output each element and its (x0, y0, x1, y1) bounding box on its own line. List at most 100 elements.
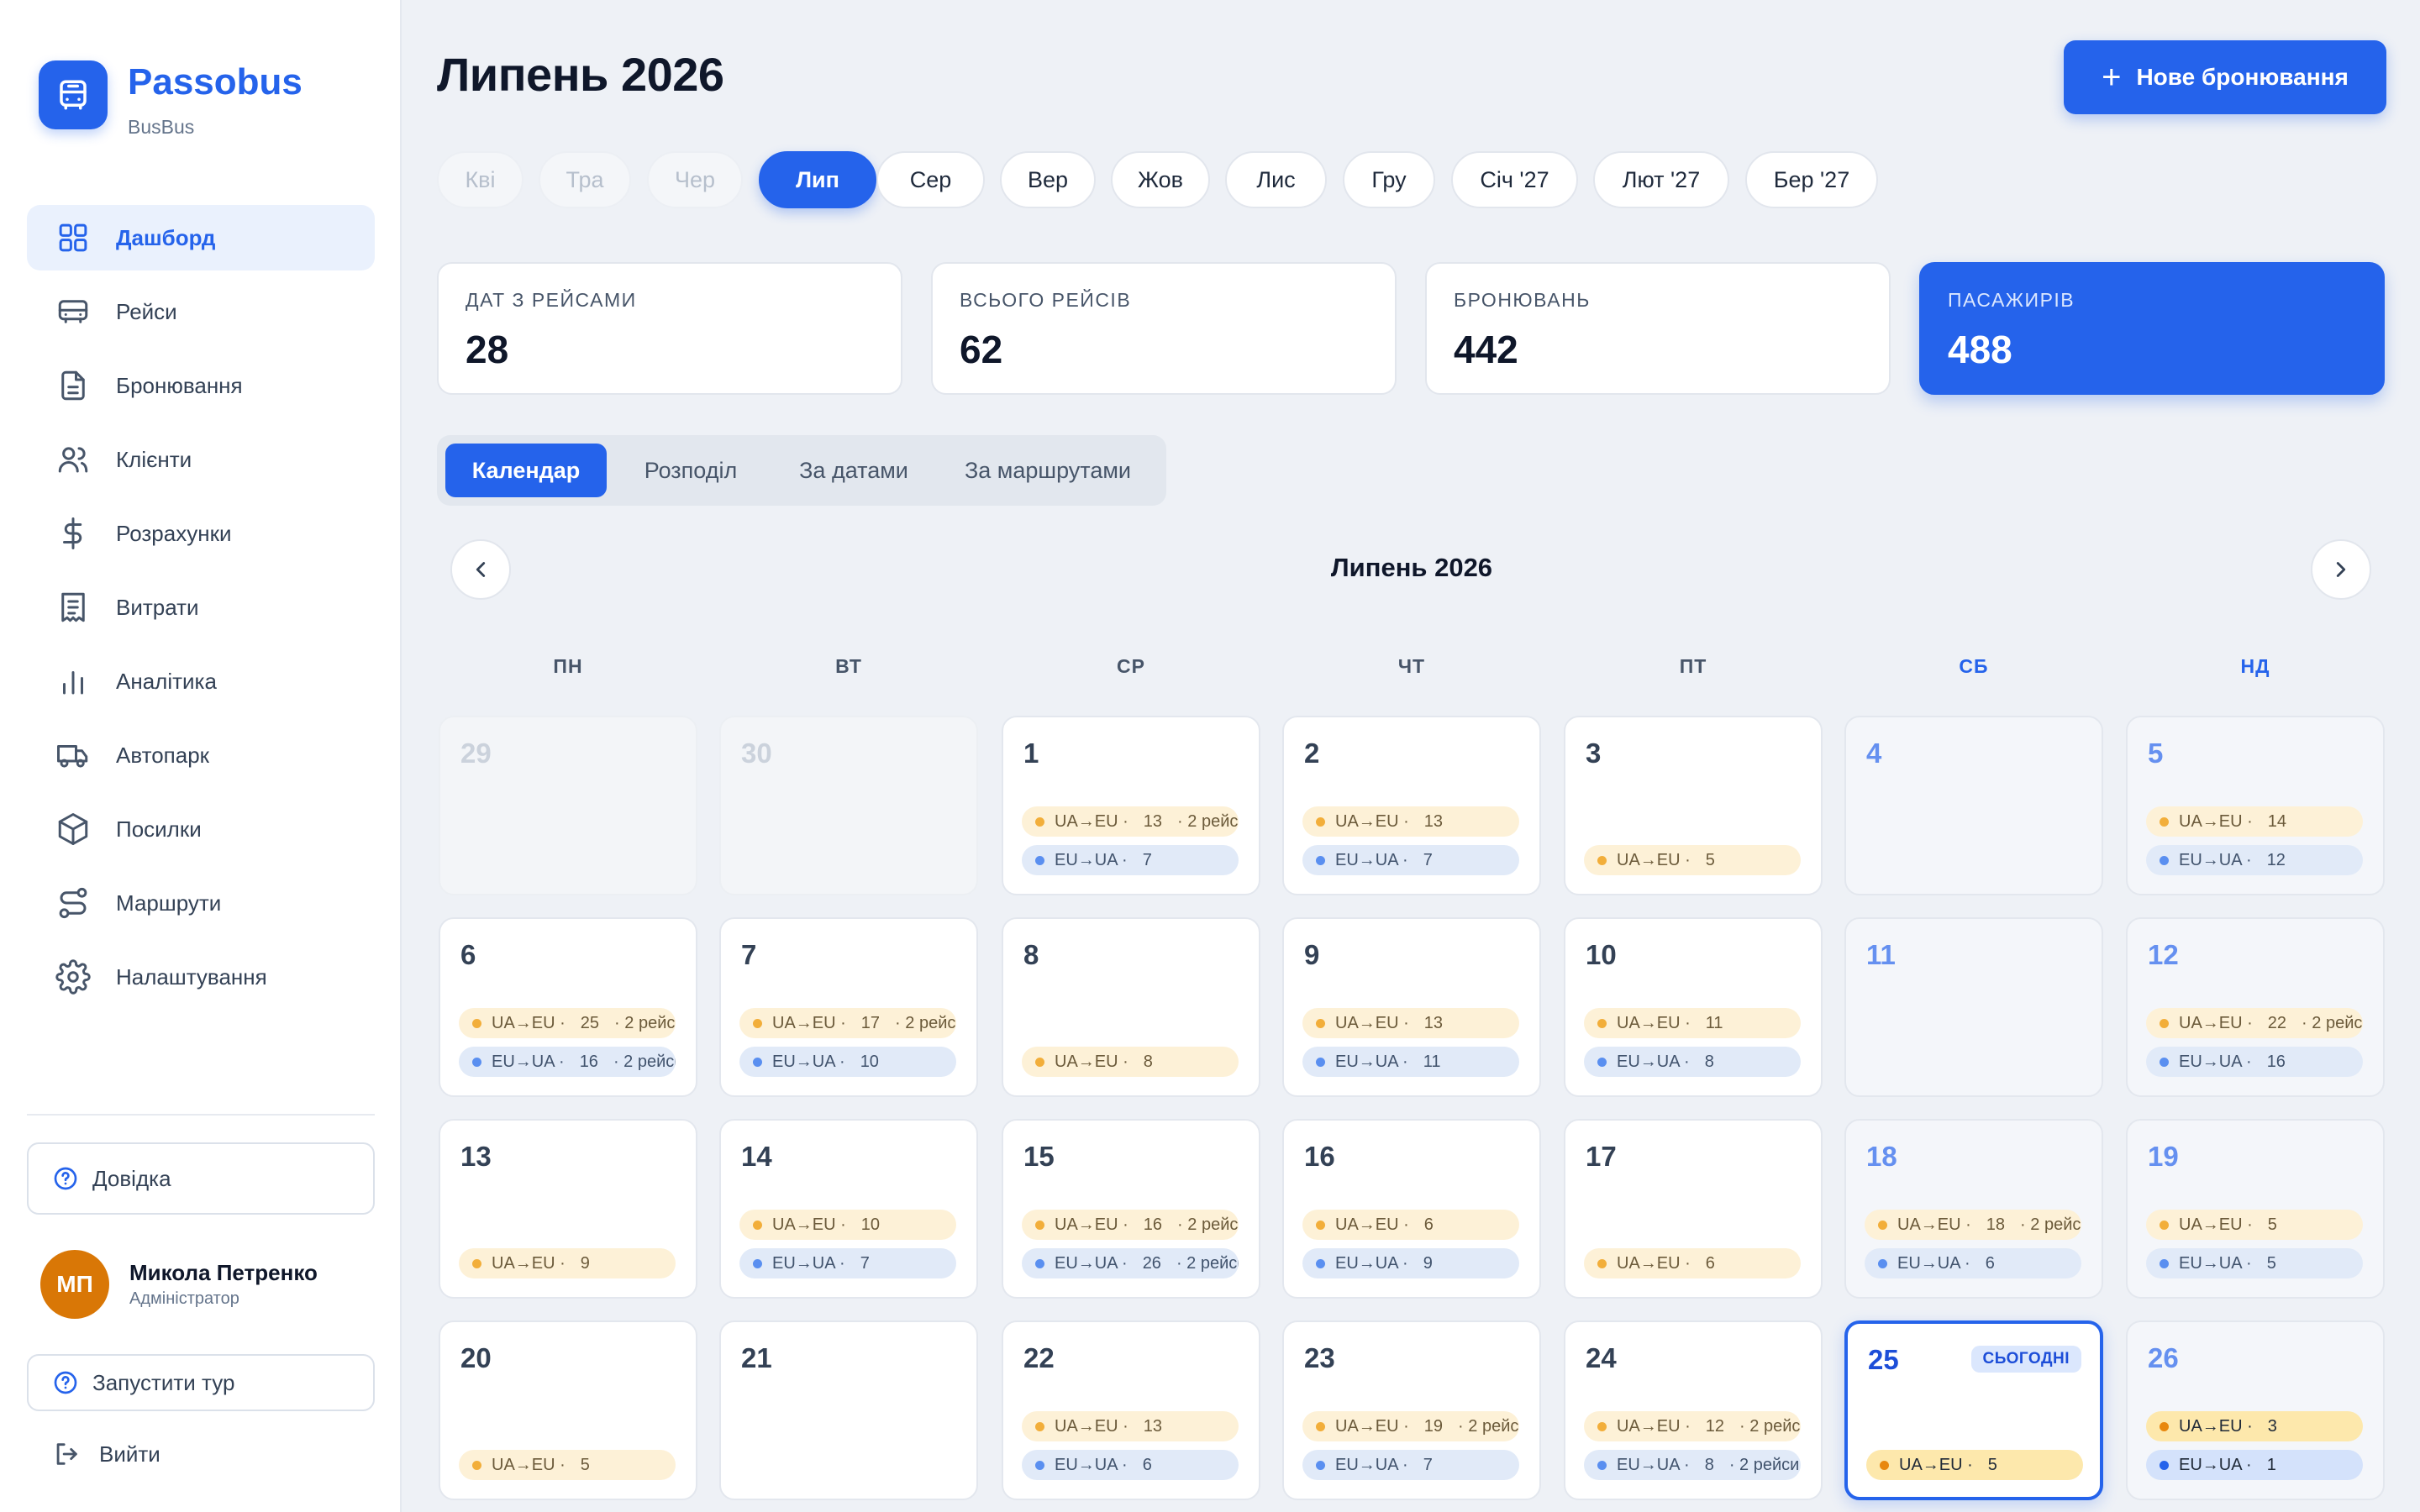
trip-chip-ua-eu[interactable]: UA→EU · 16 · 2 рейси (1022, 1210, 1239, 1240)
month-pill[interactable]: Гру (1343, 151, 1435, 208)
calendar-day[interactable]: 13 UA→EU · 9 (439, 1119, 697, 1299)
calendar-day[interactable]: 12 UA→EU · 22 · 2 рейси EU→UA · 16 (2126, 917, 2385, 1097)
view-tab[interactable]: Календар (445, 444, 607, 497)
view-tab[interactable]: За датами (773, 444, 934, 497)
calendar-day[interactable]: 11 (1844, 917, 2103, 1097)
sidebar-item-10[interactable]: Налаштування (27, 944, 375, 1010)
month-pill[interactable]: Жов (1111, 151, 1210, 208)
trip-chip-eu-ua[interactable]: EU→UA · 6 (1022, 1450, 1239, 1480)
trip-chip-eu-ua[interactable]: EU→UA · 5 (2146, 1248, 2363, 1278)
calendar-day[interactable]: 18 UA→EU · 18 · 2 рейси EU→UA · 6 (1844, 1119, 2103, 1299)
calendar-day[interactable]: 26 UA→EU · 3 EU→UA · 1 (2126, 1320, 2385, 1500)
trip-chip-eu-ua[interactable]: EU→UA · 8 (1584, 1047, 1801, 1077)
trip-chip-ua-eu[interactable]: UA→EU · 14 (2146, 806, 2363, 837)
user-profile[interactable]: МП Микола Петренко Адміністратор (40, 1250, 318, 1319)
trip-chip-ua-eu[interactable]: UA→EU · 17 · 2 рейси (739, 1008, 956, 1038)
calendar-day[interactable]: 22 UA→EU · 13 EU→UA · 6 (1002, 1320, 1260, 1500)
sidebar-item-5[interactable]: Витрати (27, 575, 375, 640)
sidebar-item-7[interactable]: Автопарк (27, 722, 375, 788)
sidebar-item-1[interactable]: Рейси (27, 279, 375, 344)
trip-chip-ua-eu[interactable]: UA→EU · 13 (1022, 1411, 1239, 1441)
trip-chip-ua-eu[interactable]: UA→EU · 19 · 2 рейси (1302, 1411, 1519, 1441)
trip-chip-eu-ua[interactable]: EU→UA · 26 · 2 рейси (1022, 1248, 1239, 1278)
start-tour-button[interactable]: Запустити тур (27, 1354, 375, 1411)
calendar-day[interactable]: 14 UA→EU · 10 EU→UA · 7 (719, 1119, 978, 1299)
trip-chip-eu-ua[interactable]: EU→UA · 16 · 2 рейси (459, 1047, 676, 1077)
trip-chip-ua-eu[interactable]: UA→EU · 13 (1302, 806, 1519, 837)
new-booking-button[interactable]: + Нове бронювання (2064, 40, 2386, 114)
trip-chip-ua-eu[interactable]: UA→EU · 25 · 2 рейси (459, 1008, 676, 1038)
trip-chip-ua-eu[interactable]: UA→EU · 5 (2146, 1210, 2363, 1240)
trip-chip-ua-eu[interactable]: UA→EU · 6 (1584, 1248, 1801, 1278)
trip-chip-eu-ua[interactable]: EU→UA · 1 (2146, 1450, 2363, 1480)
trip-chip-ua-eu[interactable]: UA→EU · 8 (1022, 1047, 1239, 1077)
trip-chip-ua-eu[interactable]: UA→EU · 13 · 2 рейси (1022, 806, 1239, 837)
calendar-day[interactable]: 6 UA→EU · 25 · 2 рейси EU→UA · 16 · 2 рейси (439, 917, 697, 1097)
trip-chip-ua-eu[interactable]: UA→EU · 3 (2146, 1411, 2363, 1441)
trip-chip-eu-ua[interactable]: EU→UA · 7 (1022, 845, 1239, 875)
trip-chip-eu-ua[interactable]: EU→UA · 11 (1302, 1047, 1519, 1077)
calendar-day[interactable]: 17 UA→EU · 6 (1564, 1119, 1823, 1299)
help-button[interactable]: Довідка (27, 1142, 375, 1215)
trip-chip-ua-eu[interactable]: UA→EU · 18 · 2 рейси (1865, 1210, 2081, 1240)
trip-chip-eu-ua[interactable]: EU→UA · 6 (1865, 1248, 2081, 1278)
month-pill[interactable]: Лис (1225, 151, 1327, 208)
status-dot (1878, 1258, 1887, 1268)
sidebar-item-8[interactable]: Посилки (27, 796, 375, 862)
trip-chip-eu-ua[interactable]: EU→UA · 16 (2146, 1047, 2363, 1077)
view-tab[interactable]: Розподіл (613, 444, 768, 497)
month-pill[interactable]: Бер '27 (1745, 151, 1878, 208)
trip-chip-ua-eu[interactable]: UA→EU · 9 (459, 1248, 676, 1278)
status-dot (1597, 1460, 1607, 1470)
calendar-day[interactable]: 1 UA→EU · 13 · 2 рейси EU→UA · 7 (1002, 716, 1260, 895)
calendar-day[interactable]: 2 UA→EU · 13 EU→UA · 7 (1282, 716, 1541, 895)
calendar-day[interactable]: 16 UA→EU · 6 EU→UA · 9 (1282, 1119, 1541, 1299)
calendar-day[interactable]: 3 UA→EU · 5 (1564, 716, 1823, 895)
sidebar-item-2[interactable]: Бронювання (27, 353, 375, 418)
trip-chip-ua-eu[interactable]: UA→EU · 10 (739, 1210, 956, 1240)
view-tab[interactable]: За маршрутами (941, 444, 1155, 497)
calendar-day[interactable]: 23 UA→EU · 19 · 2 рейси EU→UA · 7 (1282, 1320, 1541, 1500)
month-pill[interactable]: Вер (1000, 151, 1096, 208)
calendar-day[interactable]: 19 UA→EU · 5 EU→UA · 5 (2126, 1119, 2385, 1299)
brand[interactable]: Passobus BusBus (39, 60, 302, 139)
trip-chip-eu-ua[interactable]: EU→UA · 9 (1302, 1248, 1519, 1278)
sidebar-item-6[interactable]: Аналітика (27, 648, 375, 714)
calendar-day[interactable]: 5 UA→EU · 14 EU→UA · 12 (2126, 716, 2385, 895)
calendar-day[interactable]: 4 (1844, 716, 2103, 895)
month-pill[interactable]: Січ '27 (1451, 151, 1578, 208)
calendar-day[interactable]: 9 UA→EU · 13 EU→UA · 11 (1282, 917, 1541, 1097)
month-pill[interactable]: Лют '27 (1593, 151, 1729, 208)
month-pill[interactable]: Сер (876, 151, 985, 208)
trip-chip-ua-eu[interactable]: UA→EU · 6 (1302, 1210, 1519, 1240)
logout-button[interactable]: Вийти (52, 1440, 160, 1468)
previous-month-button[interactable] (450, 539, 511, 600)
calendar-day[interactable]: 8 UA→EU · 8 (1002, 917, 1260, 1097)
trip-chip-eu-ua[interactable]: EU→UA · 7 (739, 1248, 956, 1278)
month-pill[interactable]: Лип (759, 151, 876, 208)
trip-chip-eu-ua[interactable]: EU→UA · 7 (1302, 1450, 1519, 1480)
trip-chip-ua-eu[interactable]: UA→EU · 11 (1584, 1008, 1801, 1038)
trip-chip-ua-eu[interactable]: UA→EU · 12 · 2 рейси (1584, 1411, 1801, 1441)
sidebar-item-0[interactable]: Дашборд (27, 205, 375, 270)
trip-chip-ua-eu[interactable]: UA→EU · 13 (1302, 1008, 1519, 1038)
calendar-day[interactable]: 15 UA→EU · 16 · 2 рейси EU→UA · 26 · 2 рейси (1002, 1119, 1260, 1299)
trip-chip-eu-ua[interactable]: EU→UA · 12 (2146, 845, 2363, 875)
calendar-day[interactable]: 10 UA→EU · 11 EU→UA · 8 (1564, 917, 1823, 1097)
calendar-day[interactable]: 24UA→EU ·12· 2 рейсиEU→UA ·8· 2 рейси (1564, 1320, 1823, 1500)
sidebar-item-9[interactable]: Маршрути (27, 870, 375, 936)
trip-chip-ua-eu[interactable]: UA→EU · 5 (1866, 1450, 2083, 1480)
trip-chip-ua-eu[interactable]: UA→EU · 22 · 2 рейси (2146, 1008, 2363, 1038)
trip-chip-ua-eu[interactable]: UA→EU · 5 (1584, 845, 1801, 875)
trip-chip-eu-ua[interactable]: EU→UA · 7 (1302, 845, 1519, 875)
calendar-day[interactable]: 21 (719, 1320, 978, 1500)
next-month-button[interactable] (2311, 539, 2371, 600)
calendar-day[interactable]: 20 UA→EU · 5 (439, 1320, 697, 1500)
trip-chip-eu-ua[interactable]: EU→UA · 8 · 2 рейси (1584, 1450, 1801, 1480)
calendar-day[interactable]: 7 UA→EU · 17 · 2 рейси EU→UA · 10 (719, 917, 978, 1097)
trip-chip-ua-eu[interactable]: UA→EU · 5 (459, 1450, 676, 1480)
calendar-day-today[interactable]: 25 СЬОГОДНІ UA→EU · 5 (1844, 1320, 2103, 1500)
sidebar-item-3[interactable]: Клієнти (27, 427, 375, 492)
sidebar-item-4[interactable]: Розрахунки (27, 501, 375, 566)
trip-chip-eu-ua[interactable]: EU→UA · 10 (739, 1047, 956, 1077)
